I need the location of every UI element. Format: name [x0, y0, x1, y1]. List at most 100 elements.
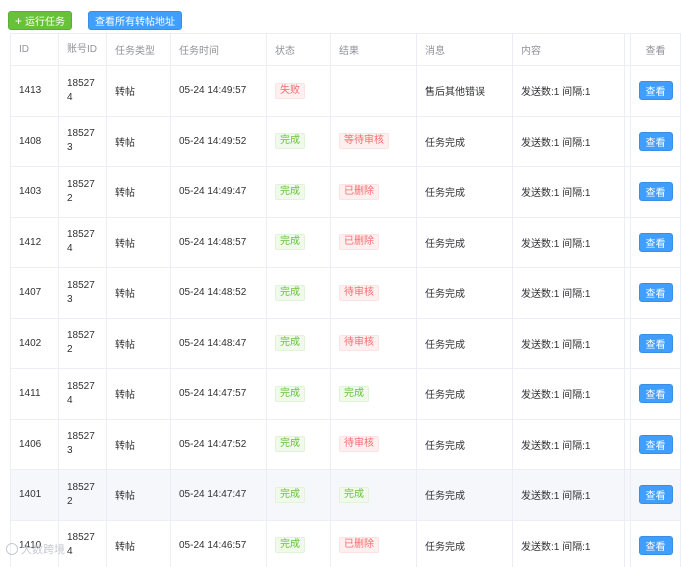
task-type: 转帖	[107, 66, 171, 116]
result-cell: 待审核	[331, 319, 417, 369]
result-tag: 待审核	[339, 285, 379, 301]
account-id: 185272	[59, 470, 107, 520]
run-task-button[interactable]: + 运行任务	[8, 11, 72, 30]
view-button[interactable]: 查看	[639, 233, 673, 252]
content: 发送数:1 间隔:1	[513, 117, 625, 167]
task-id: 1411	[11, 369, 59, 419]
status-cell: 完成	[267, 117, 331, 167]
result-tag: 完成	[339, 386, 369, 402]
result-tag: 待审核	[339, 436, 379, 452]
result-cell: 待审核	[331, 420, 417, 470]
view-button[interactable]: 查看	[639, 182, 673, 201]
view-all-repost-urls-button[interactable]: 查看所有转帖地址	[88, 11, 182, 30]
status-cell: 完成	[267, 167, 331, 217]
task-id: 1412	[11, 218, 59, 268]
status-cell: 失败	[267, 66, 331, 116]
plus-icon: +	[15, 16, 22, 26]
status-tag: 完成	[275, 234, 305, 250]
content: 发送数:1 间隔:1	[513, 218, 625, 268]
content: 发送数:1 间隔:1	[513, 420, 625, 470]
status-tag: 完成	[275, 133, 305, 149]
status-tag: 完成	[275, 335, 305, 351]
account-id: 185274	[59, 66, 107, 116]
content: 发送数:1 间隔:1	[513, 268, 625, 318]
task-type: 转帖	[107, 117, 171, 167]
table-row: 1412185274转帖05-24 14:48:57完成已删除任务完成发送数:1…	[11, 218, 681, 269]
result-cell: 已删除	[331, 521, 417, 567]
message: 任务完成	[417, 420, 513, 470]
column-header-view: 查看	[631, 34, 681, 65]
view-button[interactable]: 查看	[639, 384, 673, 403]
message: 任务完成	[417, 521, 513, 567]
task-id: 1406	[11, 420, 59, 470]
view-all-label: 查看所有转帖地址	[95, 13, 175, 28]
account-id: 185272	[59, 319, 107, 369]
account-id: 185274	[59, 369, 107, 419]
column-header-id: ID	[11, 34, 59, 65]
view-button[interactable]: 查看	[639, 81, 673, 100]
status-tag: 失败	[275, 83, 305, 99]
task-time: 05-24 14:47:47	[171, 470, 267, 520]
watermark-text: 大数跨境	[21, 541, 65, 557]
task-type: 转帖	[107, 470, 171, 520]
table-body: 1413185274转帖05-24 14:49:57失败售后其他错误发送数:1 …	[11, 66, 681, 567]
account-id: 185272	[59, 167, 107, 217]
result-cell: 完成	[331, 470, 417, 520]
status-cell: 完成	[267, 319, 331, 369]
table-row: 1402185272转帖05-24 14:48:47完成待审核任务完成发送数:1…	[11, 319, 681, 370]
result-cell: 已删除	[331, 218, 417, 268]
result-tag: 已删除	[339, 234, 379, 250]
view-button[interactable]: 查看	[639, 536, 673, 555]
view-cell: 查看	[631, 470, 681, 520]
task-id: 1401	[11, 470, 59, 520]
task-type: 转帖	[107, 319, 171, 369]
task-time: 05-24 14:47:52	[171, 420, 267, 470]
table-row: 1401185272转帖05-24 14:47:47完成完成任务完成发送数:1 …	[11, 470, 681, 521]
column-header-task-time: 任务时间	[171, 34, 267, 65]
content: 发送数:1 间隔:1	[513, 66, 625, 116]
status-cell: 完成	[267, 420, 331, 470]
result-tag: 已删除	[339, 537, 379, 553]
task-time: 05-24 14:46:57	[171, 521, 267, 567]
task-time: 05-24 14:48:52	[171, 268, 267, 318]
message: 任务完成	[417, 369, 513, 419]
table-row: 1406185273转帖05-24 14:47:52完成待审核任务完成发送数:1…	[11, 420, 681, 471]
result-tag: 等待审核	[339, 133, 389, 149]
view-button[interactable]: 查看	[639, 334, 673, 353]
view-cell: 查看	[631, 66, 681, 116]
view-button[interactable]: 查看	[639, 132, 673, 151]
message: 任务完成	[417, 117, 513, 167]
task-time: 05-24 14:49:52	[171, 117, 267, 167]
message: 任务完成	[417, 268, 513, 318]
table-header: ID 账号ID 任务类型 任务时间 状态 结果 消息 内容 查看	[11, 34, 681, 66]
watermark: 大数跨境	[6, 541, 65, 557]
status-tag: 完成	[275, 537, 305, 553]
result-tag: 已删除	[339, 184, 379, 200]
watermark-logo-icon	[6, 543, 18, 555]
task-type: 转帖	[107, 268, 171, 318]
status-cell: 完成	[267, 218, 331, 268]
column-header-account-id: 账号ID	[59, 34, 107, 65]
task-type: 转帖	[107, 521, 171, 567]
message: 售后其他错误	[417, 66, 513, 116]
view-cell: 查看	[631, 420, 681, 470]
view-cell: 查看	[631, 369, 681, 419]
message: 任务完成	[417, 470, 513, 520]
task-table: ID 账号ID 任务类型 任务时间 状态 结果 消息 内容 查看 1413185…	[10, 33, 681, 567]
column-header-message: 消息	[417, 34, 513, 65]
view-button[interactable]: 查看	[639, 435, 673, 454]
table-row: 1413185274转帖05-24 14:49:57失败售后其他错误发送数:1 …	[11, 66, 681, 117]
content: 发送数:1 间隔:1	[513, 167, 625, 217]
view-button[interactable]: 查看	[639, 283, 673, 302]
status-tag: 完成	[275, 386, 305, 402]
view-button[interactable]: 查看	[639, 485, 673, 504]
result-cell: 已删除	[331, 167, 417, 217]
task-id: 1413	[11, 66, 59, 116]
view-cell: 查看	[631, 218, 681, 268]
message: 任务完成	[417, 218, 513, 268]
task-type: 转帖	[107, 218, 171, 268]
message: 任务完成	[417, 167, 513, 217]
result-cell: 等待审核	[331, 117, 417, 167]
table-row: 1408185273转帖05-24 14:49:52完成等待审核任务完成发送数:…	[11, 117, 681, 168]
result-cell	[331, 66, 417, 116]
